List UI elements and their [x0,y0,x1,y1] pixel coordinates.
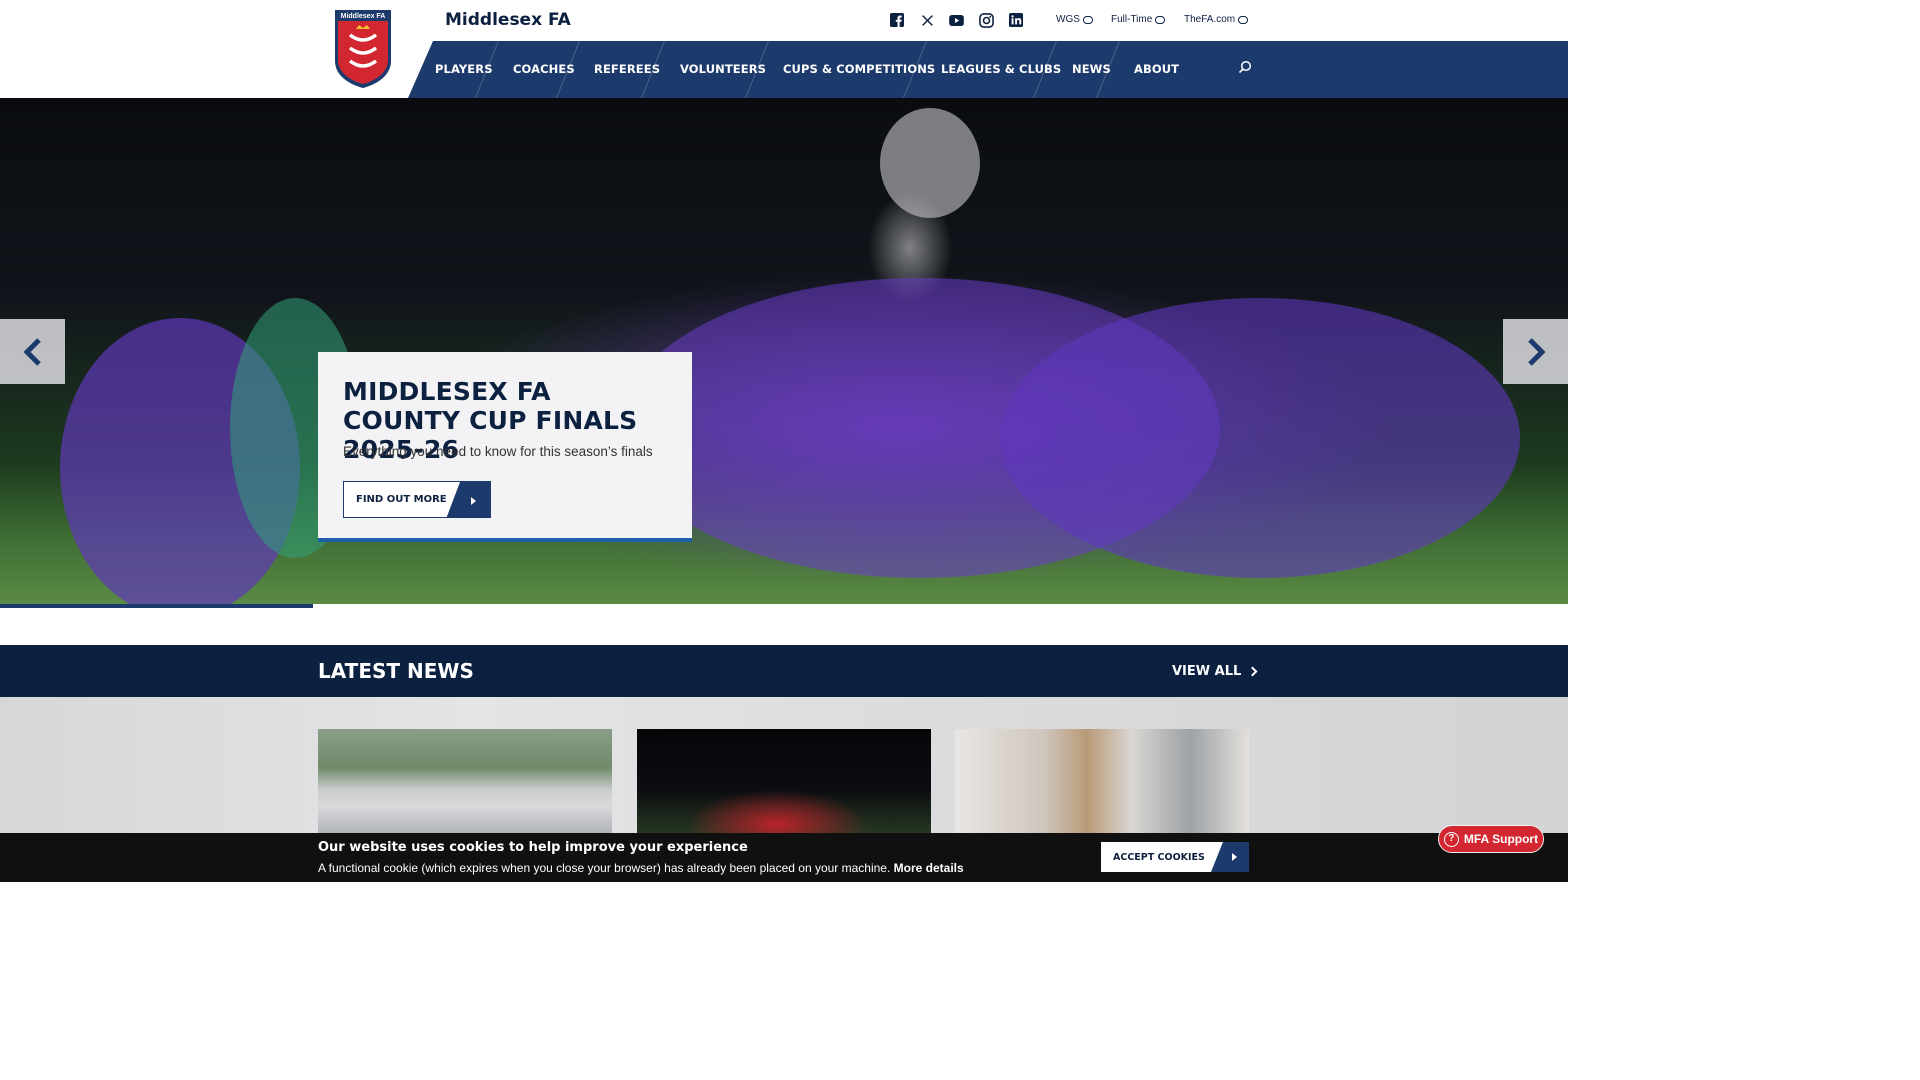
full-time-link-label: Full-Time [1111,14,1153,25]
hero-players-shape [1000,298,1520,578]
middlesex-fa-crest-logo[interactable]: Middlesex FA [334,9,392,89]
wgs-link-label: WGS [1056,14,1080,25]
nav-volunteers[interactable]: VOLUNTEERS [680,62,766,76]
hero-subtitle: Everything you need to know for this sea… [343,444,653,459]
hero-trophy-shape [880,108,980,218]
cookie-text-row: A functional cookie (which expires when … [318,861,964,875]
linkedin-icon[interactable] [1008,12,1024,28]
external-link-icon [1238,15,1249,24]
question-icon: ? [1443,831,1459,847]
hero-card: MIDDLESEX FA COUNTY CUP FINALS 2025-26 E… [318,352,692,542]
accept-cookies-label: ACCEPT COOKIES [1113,852,1205,863]
external-link-icon [1155,15,1166,24]
latest-news-header: LATEST NEWS VIEW ALL [0,645,1568,697]
mfa-support-label: MFA Support [1463,832,1539,846]
hero-image [0,98,1568,604]
arrow-right-icon [1211,842,1249,872]
instagram-icon[interactable] [978,12,994,28]
mfa-support-button[interactable]: ? MFA Support [1438,825,1544,853]
arrow-right-icon [446,482,490,517]
find-out-more-button[interactable]: FIND OUT MORE [343,481,491,518]
main-nav: PLAYERS COACHES REFEREES VOLUNTEERS CUPS… [408,41,1568,98]
chevron-right-icon [1247,666,1258,677]
slider-prev-button[interactable] [0,319,65,384]
search-icon[interactable] [1238,60,1252,74]
full-time-link[interactable]: Full-Time [1111,14,1166,25]
logo-text: Middlesex FA [341,13,386,20]
news-card-image[interactable] [955,729,1249,839]
slider-next-button[interactable] [1503,319,1568,384]
news-card-image[interactable] [318,729,612,839]
x-icon[interactable] [919,12,935,28]
cookie-banner: Our website uses cookies to help improve… [0,833,1568,882]
latest-news-heading: LATEST NEWS [318,659,474,683]
accept-cookies-button[interactable]: ACCEPT COOKIES [1101,842,1249,872]
cookie-title: Our website uses cookies to help improve… [318,840,748,855]
top-bar: Middlesex FA WGS Full-Time TheFA.com [0,0,1568,41]
youtube-icon[interactable] [948,12,964,28]
view-all-link[interactable]: VIEW ALL [1172,664,1258,679]
wgs-link[interactable]: WGS [1056,14,1093,25]
chevron-right-icon [1527,337,1546,366]
slide-progress-bar [0,604,313,608]
page: Middlesex FA WGS Full-Time TheFA.com Mid… [0,0,1568,882]
cookie-text: A functional cookie (which expires when … [318,861,891,875]
news-card-image[interactable] [637,729,931,839]
thefa-link[interactable]: TheFA.com [1184,14,1249,25]
chevron-left-icon [22,337,41,366]
facebook-icon[interactable] [889,12,905,28]
view-all-label: VIEW ALL [1172,664,1242,679]
external-link-icon [1082,15,1093,24]
find-out-more-label: FIND OUT MORE [356,494,447,505]
site-title[interactable]: Middlesex FA [445,10,571,30]
more-details-link[interactable]: More details [894,861,964,875]
nav-about[interactable]: ABOUT [1134,62,1179,76]
thefa-link-label: TheFA.com [1184,14,1236,25]
